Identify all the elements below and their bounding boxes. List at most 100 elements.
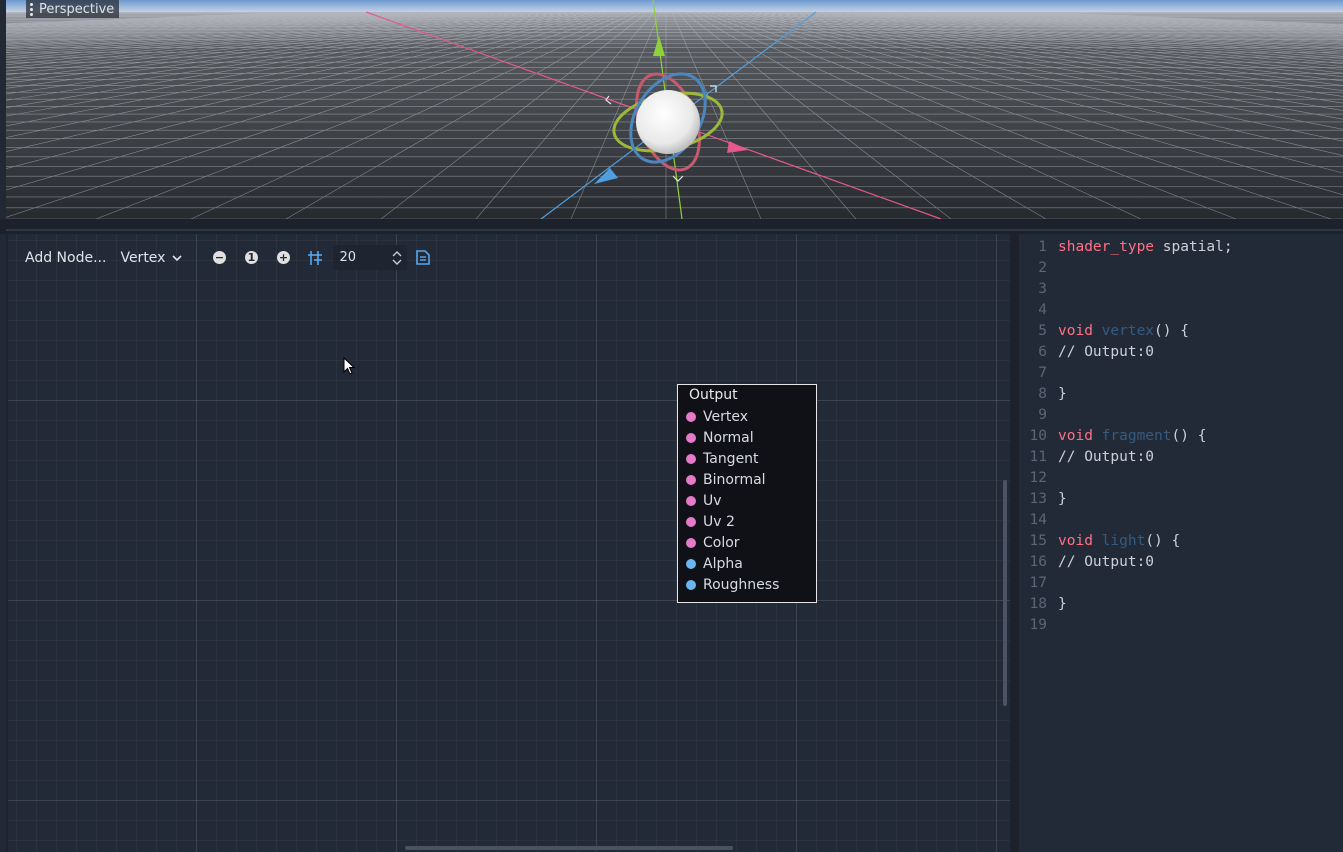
code-line: }: [1058, 386, 1067, 402]
code-keyword: shader_type: [1058, 239, 1155, 255]
graph-toolbar: Add Node... Vertex − 1 + 20: [18, 244, 439, 271]
port-uv2[interactable]: Uv 2: [678, 511, 816, 532]
add-node-button[interactable]: Add Node...: [18, 244, 113, 271]
mouse-cursor-icon: [343, 357, 356, 375]
output-node-title: Output: [689, 387, 738, 403]
line-number: 5: [1038, 323, 1047, 339]
zoom-out-icon: −: [212, 251, 226, 264]
code-panel-splitter[interactable]: [1010, 234, 1019, 852]
port-dot-icon[interactable]: [686, 558, 696, 569]
line-number: 10: [1029, 428, 1047, 444]
code-line: // Output:0: [1058, 344, 1155, 360]
port-dot-icon[interactable]: [686, 474, 696, 485]
output-port-list: Vertex Normal Tangent Binormal Uv Uv 2 C…: [678, 406, 816, 595]
output-node[interactable]: Output Vertex Normal Tangent Binormal Uv…: [677, 384, 817, 603]
port-dot-icon[interactable]: [686, 432, 696, 443]
code-line: // Output:0: [1058, 449, 1155, 465]
3d-viewport[interactable]: Perspective: [6, 0, 1343, 219]
viewport-scene: [6, 0, 1343, 219]
port-vertex[interactable]: Vertex: [678, 406, 816, 427]
line-number: 9: [1038, 407, 1047, 423]
port-normal[interactable]: Normal: [678, 427, 816, 448]
code-text: () {: [1171, 428, 1207, 444]
graph-vertical-scrollbar[interactable]: [1003, 480, 1007, 706]
code-line: }: [1058, 596, 1067, 612]
port-dot-icon[interactable]: [686, 411, 696, 422]
line-number: 13: [1029, 491, 1047, 507]
port-label: Vertex: [703, 408, 749, 425]
code-function-name: vertex: [1101, 323, 1155, 339]
line-number: 6: [1038, 344, 1047, 360]
zoom-in-icon: +: [276, 251, 290, 264]
code-text: () {: [1154, 323, 1189, 339]
line-number: 16: [1029, 554, 1047, 570]
shader-graph-editor[interactable]: Add Node... Vertex − 1 + 20 Output Verte…: [8, 234, 1010, 852]
port-label: Uv 2: [703, 513, 735, 530]
zoom-reset-button[interactable]: 1: [235, 244, 267, 271]
menu-dots-icon: [30, 2, 33, 16]
port-dot-icon[interactable]: [686, 495, 696, 506]
line-number: 14: [1029, 512, 1047, 528]
line-number: 7: [1038, 365, 1047, 381]
snap-distance-value: 20: [339, 250, 357, 265]
line-number: 19: [1029, 617, 1047, 633]
port-label: Roughness: [703, 576, 780, 593]
line-number: 12: [1029, 470, 1047, 486]
code-line: void light() {: [1058, 533, 1180, 549]
code-keyword: void: [1058, 428, 1093, 444]
port-alpha[interactable]: Alpha: [678, 553, 816, 574]
zoom-out-button[interactable]: −: [203, 244, 235, 271]
generated-code-panel[interactable]: 1 2 3 4 5 6 7 8 9 10 11 12 13 14 15 16 17 18 19 shader_type…: [1019, 234, 1343, 852]
graph-horizontal-scrollbar[interactable]: [405, 846, 733, 850]
line-number: 2: [1038, 260, 1047, 276]
zoom-reset-icon: 1: [244, 251, 258, 264]
port-label: Uv: [703, 492, 722, 509]
port-dot-icon[interactable]: [686, 516, 696, 527]
code-text: () {: [1145, 533, 1181, 549]
shader-code-icon: [416, 250, 431, 265]
code-line: void vertex() {: [1058, 323, 1189, 339]
code-line: // Output:0: [1058, 554, 1155, 570]
port-binormal[interactable]: Binormal: [678, 469, 816, 490]
line-number: 17: [1029, 575, 1047, 591]
port-uv[interactable]: Uv: [678, 490, 816, 511]
show-generated-code-button[interactable]: [407, 244, 439, 271]
port-tangent[interactable]: Tangent: [678, 448, 816, 469]
port-color[interactable]: Color: [678, 532, 816, 553]
zoom-in-button[interactable]: +: [267, 244, 299, 271]
add-node-label: Add Node...: [25, 249, 107, 266]
shader-mode-dropdown[interactable]: Vertex: [113, 244, 190, 271]
code-line: }: [1058, 491, 1067, 507]
port-label: Alpha: [703, 555, 743, 572]
code-keyword: void: [1058, 323, 1093, 339]
code-text: spatial;: [1154, 239, 1233, 255]
code-line: shader_type spatial;: [1058, 239, 1233, 255]
port-label: Color: [703, 534, 740, 551]
line-number: 11: [1029, 449, 1047, 465]
port-dot-icon[interactable]: [686, 537, 696, 548]
port-roughness[interactable]: Roughness: [678, 574, 816, 595]
port-label: Binormal: [703, 471, 766, 488]
line-number: 1: [1038, 239, 1047, 255]
spin-arrows-icon[interactable]: [391, 250, 403, 266]
line-number: 3: [1038, 281, 1047, 297]
snap-toggle-button[interactable]: [299, 244, 331, 271]
line-number: 15: [1029, 533, 1047, 549]
port-dot-icon[interactable]: [686, 579, 696, 590]
perspective-menu-button[interactable]: Perspective: [26, 0, 120, 18]
code-function-name: fragment: [1101, 428, 1172, 444]
shader-mode-label: Vertex: [120, 249, 166, 266]
toolbar-separator: [196, 246, 198, 269]
viewport-splitter[interactable]: [0, 219, 1343, 234]
chevron-down-icon: [172, 254, 183, 261]
line-number: 8: [1038, 386, 1047, 402]
port-dot-icon[interactable]: [686, 453, 696, 464]
line-number: 18: [1029, 596, 1047, 612]
sphere-mesh[interactable]: [636, 90, 700, 154]
snap-distance-spinbox[interactable]: 20: [333, 245, 408, 270]
line-number: 4: [1038, 302, 1047, 318]
port-label: Tangent: [703, 450, 759, 467]
code-line: void fragment() {: [1058, 428, 1206, 444]
code-function-name: light: [1101, 533, 1146, 549]
snap-grid-icon: [308, 250, 323, 265]
